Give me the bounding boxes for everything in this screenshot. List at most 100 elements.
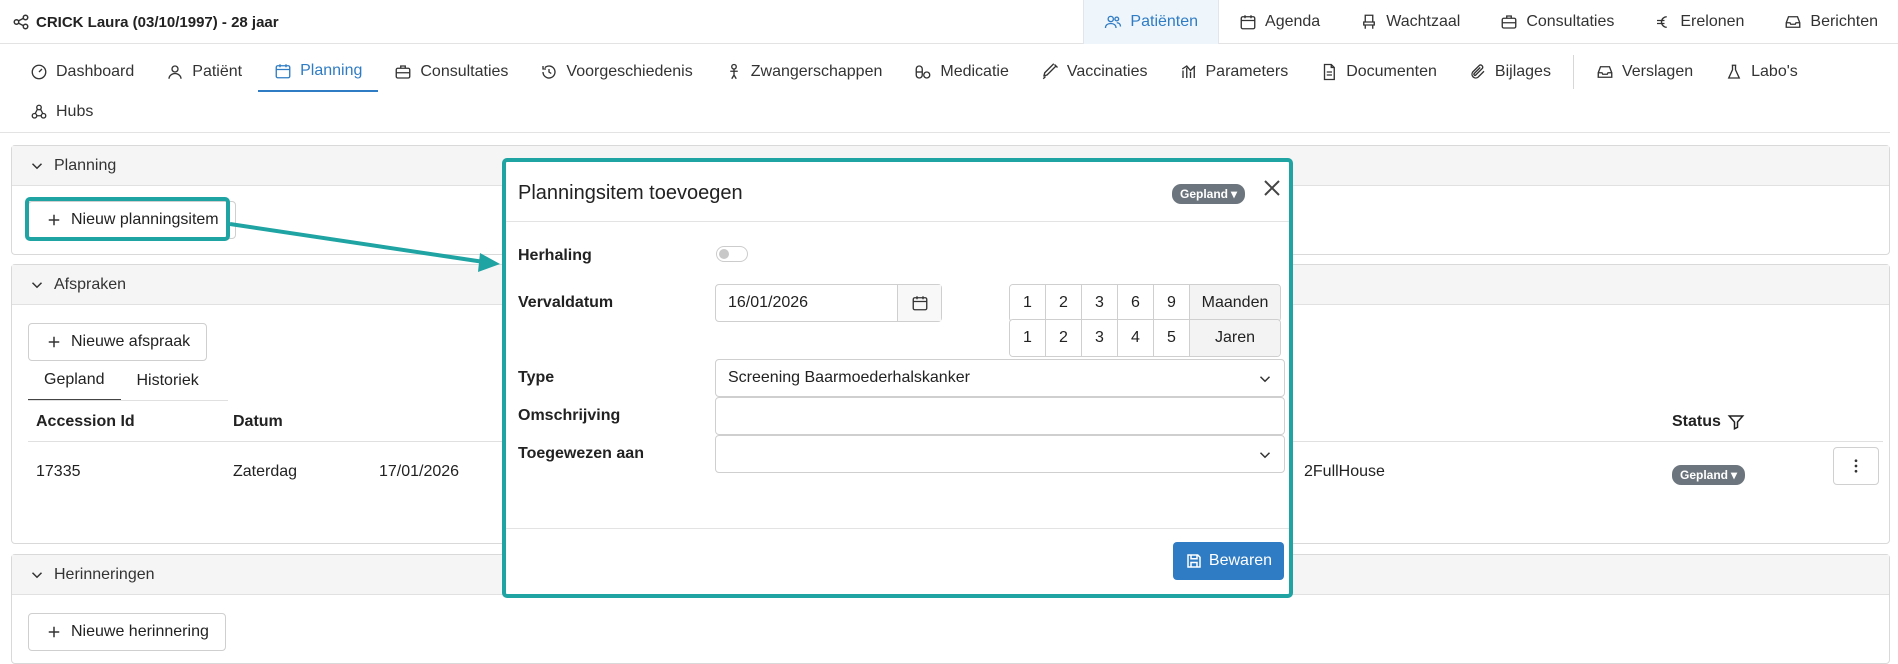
- paperclip-icon: [1469, 63, 1487, 81]
- months-6-button[interactable]: 6: [1118, 285, 1154, 321]
- users-icon: [1104, 13, 1122, 31]
- toegewezen-select[interactable]: [715, 435, 1285, 473]
- tab-wachtzaal[interactable]: Wachtzaal: [1340, 0, 1480, 44]
- cell-date: 17/01/2026: [379, 463, 460, 480]
- inbox-icon: [1596, 63, 1614, 81]
- years-quick-select: 1 2 3 4 5 Jaren: [1009, 319, 1281, 357]
- calendar-icon[interactable]: [897, 285, 941, 321]
- column-header-id[interactable]: Accession Id: [36, 413, 135, 431]
- months-label: Maanden: [1190, 285, 1280, 321]
- chevron-down-icon: [1256, 446, 1274, 464]
- highlight-frame: [25, 197, 230, 241]
- tab-label: Berichten: [1810, 13, 1878, 30]
- subtab-label: Zwangerschappen: [750, 63, 883, 80]
- euro-icon: [1654, 13, 1672, 31]
- tab-label: Consultaties: [1526, 13, 1615, 30]
- top-bar: CRICK Laura (03/10/1997) - 28 jaar Patië…: [0, 0, 1898, 44]
- subtab-parameters[interactable]: Parameters: [1164, 52, 1305, 92]
- cell-id: 17335: [36, 463, 81, 480]
- months-3-button[interactable]: 3: [1082, 285, 1118, 321]
- subtab-label: Bijlages: [1494, 63, 1551, 80]
- status-badge[interactable]: Gepland ▾: [1172, 184, 1246, 204]
- tab-consultaties[interactable]: Consultaties: [1480, 0, 1634, 44]
- subtab-label: Medicatie: [940, 63, 1009, 80]
- tab-erelonen[interactable]: Erelonen: [1634, 0, 1764, 44]
- new-reminder-button[interactable]: Nieuwe herinnering: [28, 613, 226, 651]
- subtab-bijlages[interactable]: Bijlages: [1453, 52, 1567, 92]
- type-value: Screening Baarmoederhalskanker: [728, 369, 970, 386]
- document-icon: [1320, 63, 1338, 81]
- tab-gepland[interactable]: Gepland: [28, 361, 121, 401]
- subtab-zwangerschappen[interactable]: Zwangerschappen: [709, 52, 899, 92]
- years-1-button[interactable]: 1: [1010, 320, 1046, 356]
- months-1-button[interactable]: 1: [1010, 285, 1046, 321]
- omschrijving-input[interactable]: [715, 397, 1285, 435]
- tab-berichten[interactable]: Berichten: [1764, 0, 1898, 44]
- subtab-consultaties[interactable]: Consultaties: [378, 52, 524, 92]
- subtab-medicatie[interactable]: Medicatie: [898, 52, 1024, 92]
- subtab-labos[interactable]: Labo's: [1709, 52, 1814, 92]
- afspraken-title: Afspraken: [54, 275, 127, 293]
- user-icon: [166, 63, 184, 81]
- tab-patienten[interactable]: Patiënten: [1083, 0, 1220, 44]
- subtab-verslagen[interactable]: Verslagen: [1580, 52, 1709, 92]
- years-3-button[interactable]: 3: [1082, 320, 1118, 356]
- chevron-down-icon: [28, 566, 46, 584]
- column-header-date[interactable]: Datum: [233, 413, 283, 431]
- subtab-label: Vaccinaties: [1066, 63, 1148, 80]
- chevron-down-icon: [28, 157, 46, 175]
- column-header-status[interactable]: Status: [1672, 413, 1745, 431]
- tab-historiek[interactable]: Historiek: [121, 361, 215, 401]
- months-quick-select: 1 2 3 6 9 Maanden: [1009, 284, 1281, 322]
- status-label: Status: [1672, 413, 1721, 430]
- subtab-vaccinaties[interactable]: Vaccinaties: [1025, 52, 1164, 92]
- years-label: Jaren: [1190, 320, 1280, 356]
- tab-agenda[interactable]: Agenda: [1219, 0, 1340, 44]
- dashboard-icon: [30, 63, 48, 81]
- subtab-label: Labo's: [1751, 63, 1798, 80]
- years-4-button[interactable]: 4: [1118, 320, 1154, 356]
- cell-location: 2FullHouse: [1304, 463, 1385, 480]
- years-5-button[interactable]: 5: [1154, 320, 1190, 356]
- vervaldatum-input[interactable]: 16/01/2026: [715, 284, 942, 322]
- flask-icon: [1725, 63, 1743, 81]
- patient-header: CRICK Laura (03/10/1997) - 28 jaar: [12, 13, 279, 31]
- caret-down-icon: ▾: [1731, 468, 1738, 482]
- filter-icon[interactable]: [1727, 413, 1745, 431]
- subtab-voorgeschiedenis[interactable]: Voorgeschiedenis: [524, 52, 708, 92]
- close-icon[interactable]: [1260, 176, 1284, 200]
- appointment-tabs: Gepland Historiek: [28, 361, 215, 401]
- months-2-button[interactable]: 2: [1046, 285, 1082, 321]
- subtab-documenten[interactable]: Documenten: [1304, 52, 1453, 92]
- toegewezen-label: Toegewezen aan: [518, 445, 644, 462]
- type-select[interactable]: Screening Baarmoederhalskanker: [715, 359, 1285, 397]
- herhaling-toggle[interactable]: [716, 246, 748, 262]
- history-icon: [540, 63, 558, 81]
- subtab-label: Hubs: [56, 103, 94, 120]
- subtab-patient[interactable]: Patiënt: [150, 52, 258, 92]
- subtab-dashboard[interactable]: Dashboard: [14, 52, 150, 92]
- save-button[interactable]: Bewaren: [1173, 542, 1284, 580]
- months-9-button[interactable]: 9: [1154, 285, 1190, 321]
- cell-day: Zaterdag: [233, 463, 298, 480]
- save-label: Bewaren: [1208, 552, 1273, 569]
- subtab-hubs[interactable]: Hubs: [14, 92, 109, 132]
- row-actions-button[interactable]: [1833, 447, 1879, 485]
- calendar-icon: [1239, 13, 1257, 31]
- vervaldatum-label: Vervaldatum: [518, 294, 614, 311]
- calendar-icon: [274, 62, 292, 80]
- syringe-icon: [1041, 63, 1059, 81]
- tab-label: Agenda: [1265, 13, 1321, 30]
- share-icon[interactable]: [12, 13, 30, 31]
- years-2-button[interactable]: 2: [1046, 320, 1082, 356]
- status-badge[interactable]: Gepland ▾: [1672, 465, 1746, 485]
- subtab-planning[interactable]: Planning: [258, 52, 379, 92]
- subtab-label: Voorgeschiedenis: [566, 63, 693, 80]
- badge-label: Gepland: [1180, 187, 1229, 201]
- plus-icon: [45, 333, 63, 351]
- subtab-label: Dashboard: [56, 63, 135, 80]
- tabs-divider: [28, 400, 228, 401]
- modal-title: Planningsitem toevoegen: [518, 182, 743, 204]
- new-appointment-button[interactable]: Nieuwe afspraak: [28, 323, 208, 361]
- more-vertical-icon: [1847, 457, 1865, 475]
